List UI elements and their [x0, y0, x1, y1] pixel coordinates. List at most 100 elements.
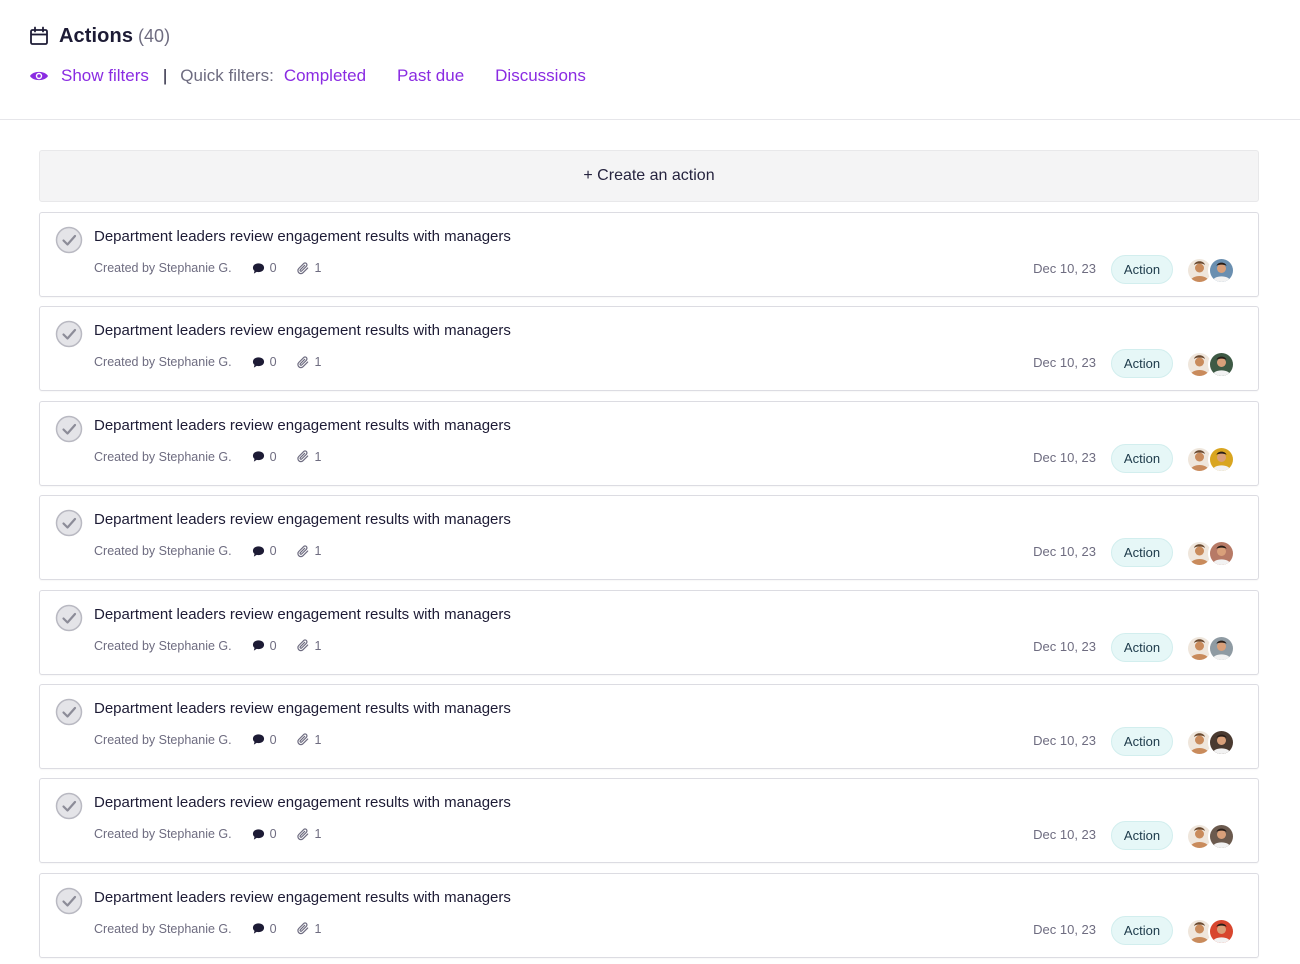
action-meta: Created by Stephanie G. 0 1 — [94, 450, 322, 464]
assignee-avatars[interactable] — [1186, 633, 1240, 663]
action-title[interactable]: Department leaders review engagement res… — [94, 889, 511, 906]
assignee-avatars[interactable] — [1186, 916, 1240, 946]
comments-count[interactable]: 0 — [252, 733, 277, 747]
paperclip-icon — [296, 261, 308, 274]
complete-checkmark-icon[interactable] — [55, 509, 83, 537]
assignee-avatars[interactable] — [1186, 444, 1240, 474]
attachments-count[interactable]: 1 — [296, 639, 322, 653]
created-by: Created by Stephanie G. — [94, 638, 232, 653]
created-by: Created by Stephanie G. — [94, 732, 232, 747]
avatar[interactable] — [1208, 257, 1235, 284]
due-date: Dec 10, 23 — [1033, 732, 1096, 748]
action-title[interactable]: Department leaders review engagement res… — [94, 417, 511, 434]
assignee-avatars[interactable] — [1186, 255, 1240, 285]
paperclip-icon — [296, 922, 308, 935]
created-by: Created by Stephanie G. — [94, 355, 232, 370]
attachments-count[interactable]: 1 — [296, 450, 322, 464]
comments-count[interactable]: 0 — [252, 639, 277, 653]
complete-checkmark-icon[interactable] — [55, 415, 83, 443]
attachments-count[interactable]: 1 — [296, 355, 322, 369]
comments-count[interactable]: 0 — [252, 355, 277, 369]
avatar[interactable] — [1208, 634, 1235, 662]
complete-checkmark-icon[interactable] — [55, 887, 83, 915]
quick-filter-past-due[interactable]: Past due — [397, 66, 464, 86]
created-by: Created by Stephanie G. — [94, 827, 232, 842]
comment-icon — [252, 829, 264, 840]
avatar-image — [1210, 730, 1233, 754]
created-by: Created by Stephanie G. — [94, 544, 232, 559]
filter-bar: Show filters | Quick filters: Completed … — [29, 63, 586, 89]
attachments-count[interactable]: 1 — [296, 827, 322, 841]
comments-count[interactable]: 0 — [252, 827, 277, 841]
action-title[interactable]: Department leaders review engagement res… — [94, 228, 511, 245]
comment-icon — [252, 923, 264, 934]
paperclip-icon — [296, 545, 308, 557]
avatar[interactable] — [1208, 728, 1235, 756]
comment-icon — [252, 451, 264, 462]
action-card[interactable]: Department leaders review engagement res… — [39, 400, 1259, 486]
comments-count-value: 0 — [269, 355, 277, 370]
quick-filter-discussions[interactable]: Discussions — [495, 66, 586, 86]
action-title[interactable]: Department leaders review engagement res… — [94, 606, 511, 623]
type-badge: Action — [1111, 443, 1173, 473]
due-date: Dec 10, 23 — [1033, 827, 1096, 843]
filter-separator: | — [162, 66, 168, 85]
attachments-count-value: 1 — [314, 921, 322, 936]
comments-count[interactable]: 0 — [252, 261, 277, 275]
complete-checkmark-icon[interactable] — [55, 604, 83, 632]
calendar-icon — [30, 26, 48, 45]
action-title[interactable]: Department leaders review engagement res… — [94, 700, 511, 717]
create-action-button[interactable]: + Create an action — [39, 150, 1259, 202]
quick-filter-completed[interactable]: Completed — [284, 66, 366, 86]
avatar[interactable] — [1208, 540, 1235, 568]
avatar-image — [1210, 825, 1233, 849]
action-meta: Created by Stephanie G. 0 1 — [94, 922, 322, 936]
action-meta: Created by Stephanie G. 0 1 — [94, 639, 322, 653]
attachments-count[interactable]: 1 — [296, 261, 322, 275]
complete-checkmark-icon[interactable] — [55, 792, 83, 820]
paperclip-icon — [296, 828, 308, 841]
assignee-avatars[interactable] — [1186, 538, 1240, 568]
avatar[interactable] — [1208, 917, 1235, 945]
action-title[interactable]: Department leaders review engagement res… — [94, 322, 511, 339]
avatar[interactable] — [1208, 351, 1235, 379]
attachments-count[interactable]: 1 — [296, 733, 322, 747]
complete-checkmark-icon[interactable] — [55, 698, 83, 726]
action-card[interactable]: Department leaders review engagement res… — [39, 778, 1259, 864]
comments-count[interactable]: 0 — [252, 450, 277, 464]
avatar[interactable] — [1208, 445, 1235, 473]
complete-checkmark-icon[interactable] — [55, 226, 83, 254]
action-title[interactable]: Department leaders review engagement res… — [94, 794, 511, 811]
action-card[interactable]: Department leaders review engagement res… — [39, 589, 1259, 675]
action-card[interactable]: Department leaders review engagement res… — [39, 872, 1259, 958]
assignee-avatars[interactable] — [1186, 727, 1240, 757]
comment-icon — [252, 262, 264, 274]
action-card[interactable]: Department leaders review engagement res… — [39, 683, 1259, 769]
comments-count[interactable]: 0 — [252, 544, 277, 558]
action-card[interactable]: Department leaders review engagement res… — [39, 495, 1259, 581]
action-card[interactable]: Department leaders review engagement res… — [39, 306, 1259, 392]
assignee-avatars[interactable] — [1186, 821, 1240, 851]
paperclip-icon — [296, 356, 308, 369]
avatar[interactable] — [1208, 823, 1235, 851]
action-title[interactable]: Department leaders review engagement res… — [94, 511, 511, 528]
created-by: Created by Stephanie G. — [94, 921, 232, 936]
attachments-count[interactable]: 1 — [296, 544, 322, 558]
avatar-image — [1210, 259, 1233, 282]
comments-count[interactable]: 0 — [252, 922, 277, 936]
comments-count-value: 0 — [269, 732, 277, 747]
attachments-count[interactable]: 1 — [296, 921, 322, 936]
type-badge: Action — [1111, 821, 1173, 851]
eye-icon[interactable] — [29, 69, 49, 83]
action-meta: Created by Stephanie G. 0 1 — [94, 827, 322, 841]
show-filters-link[interactable]: Show filters — [61, 66, 149, 86]
complete-checkmark-icon[interactable] — [55, 320, 83, 348]
avatar-image — [1210, 353, 1233, 377]
assignee-avatars[interactable] — [1186, 349, 1240, 379]
action-list: Department leaders review engagement res… — [39, 212, 1259, 964]
created-by: Created by Stephanie G. — [94, 449, 232, 464]
type-badge: Action — [1111, 538, 1173, 568]
action-card[interactable]: Department leaders review engagement res… — [39, 212, 1259, 297]
type-badge: Action — [1111, 349, 1173, 379]
comments-count-value: 0 — [269, 921, 277, 936]
